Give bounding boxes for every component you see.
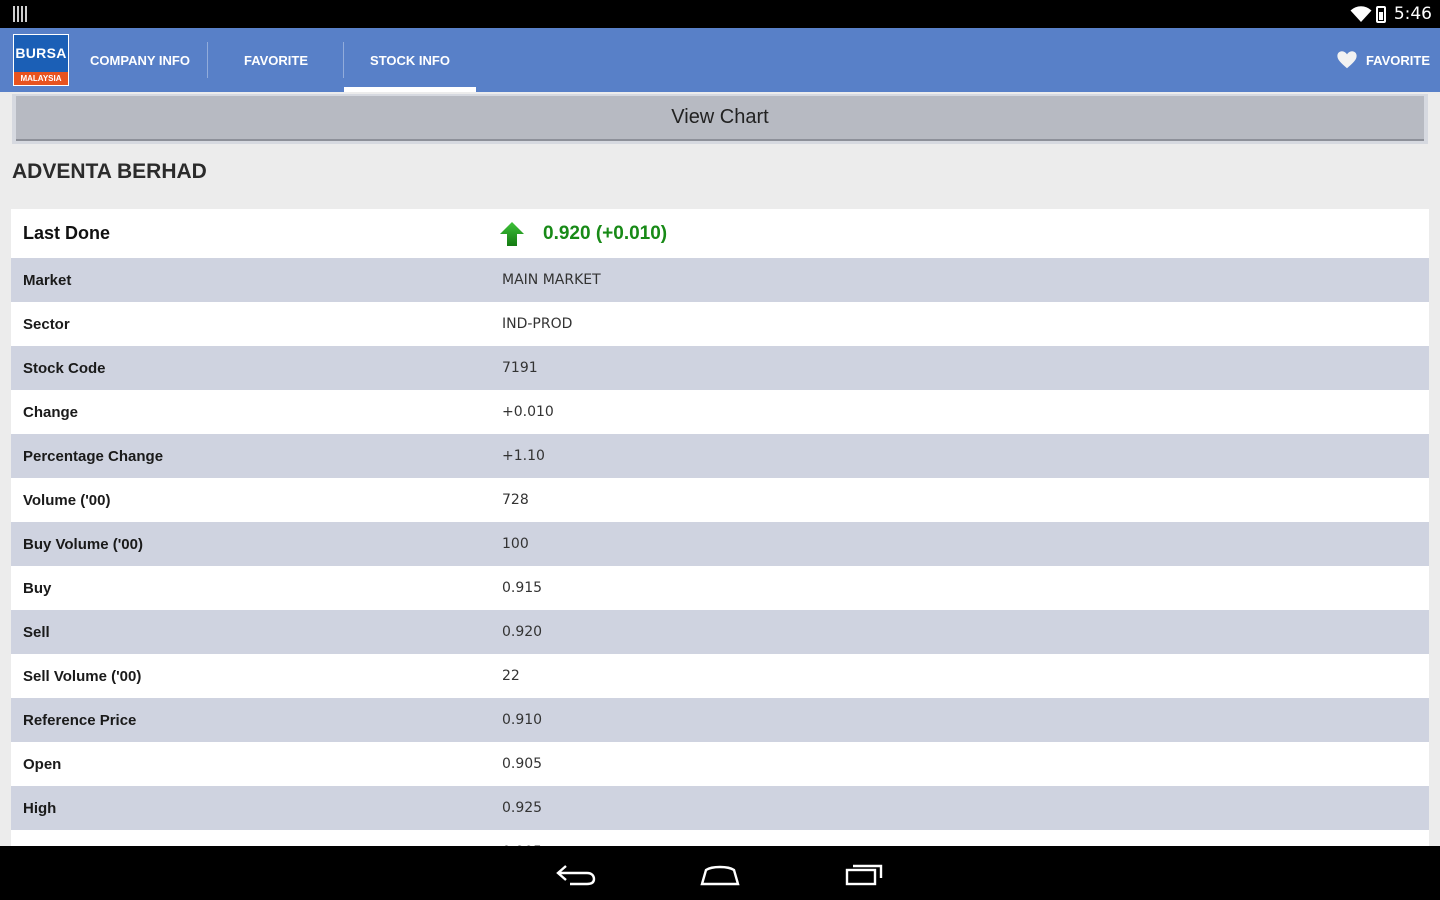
tab-favorite[interactable]: FAVORITE	[208, 28, 344, 92]
last-done-label: Last Done	[23, 223, 111, 243]
row-label: Open	[23, 755, 62, 773]
wifi-icon	[1350, 6, 1372, 22]
up-arrow-icon	[500, 221, 524, 246]
row-value: 0.915	[502, 580, 543, 596]
row-value: 0.905	[502, 756, 543, 772]
row-label: Sell Volume ('00)	[23, 667, 142, 685]
row-value: 0.910	[502, 712, 543, 728]
view-chart-container: View Chart	[12, 94, 1428, 144]
table-row: Buy Volume ('00) 100	[11, 522, 1429, 566]
row-value: IND-PROD	[502, 316, 573, 332]
status-bar-right: 5:46	[1350, 0, 1432, 28]
stock-info-table: Last Done 0.920 (+0.010) Market MAIN MARK…	[11, 209, 1429, 846]
bursa-logo[interactable]: BURSA MALAYSIA	[13, 34, 69, 86]
app-bar: BURSA MALAYSIA COMPANY INFO FAVORITE STO…	[0, 28, 1440, 92]
row-label: Sector	[23, 315, 70, 333]
row-value: 0.925	[502, 800, 543, 816]
row-value: 7191	[502, 360, 538, 376]
battery-icon	[1375, 5, 1386, 23]
last-done-row: Last Done 0.920 (+0.010)	[11, 209, 1429, 258]
heart-icon	[1337, 51, 1357, 69]
table-row: Reference Price 0.910	[11, 698, 1429, 742]
row-label: Sell	[23, 623, 50, 641]
row-label: Buy	[23, 579, 52, 597]
last-done-value: 0.920 (+0.010)	[543, 222, 668, 244]
table-row: High 0.925	[11, 786, 1429, 830]
row-value: 0.920	[502, 624, 543, 640]
row-value: MAIN MARKET	[502, 272, 601, 288]
view-chart-button[interactable]: View Chart	[16, 96, 1424, 141]
row-value: 728	[502, 492, 529, 508]
logo-text-bottom: MALAYSIA	[14, 72, 68, 85]
row-value: +0.010	[502, 404, 554, 420]
tab-stock-info[interactable]: STOCK INFO	[344, 28, 476, 92]
row-label: Percentage Change	[23, 447, 164, 465]
row-value: 100	[502, 536, 529, 552]
back-icon[interactable]	[554, 860, 598, 888]
table-row: Change +0.010	[11, 390, 1429, 434]
table-row: Buy 0.915	[11, 566, 1429, 610]
favorite-action-label: FAVORITE	[1365, 52, 1430, 68]
stock-info-rows: Market MAIN MARKET Sector IND-PROD Stock Cod…	[11, 258, 1429, 846]
table-row: Open 0.905	[11, 742, 1429, 786]
row-label: Reference Price	[23, 711, 137, 729]
row-label: High	[23, 799, 57, 817]
row-value: 22	[502, 668, 520, 684]
table-row: Low0.905	[11, 830, 1429, 847]
status-time: 5:46	[1393, 4, 1432, 24]
row-label: Market	[23, 271, 72, 289]
row-label: Volume ('00)	[23, 491, 111, 509]
last-done-value-group: 0.920 (+0.010)	[499, 221, 667, 247]
favorite-action-button[interactable]: FAVORITE	[1336, 28, 1430, 92]
notification-icon	[13, 6, 29, 22]
recent-apps-icon[interactable]	[842, 860, 886, 888]
table-row: Sell Volume ('00) 22	[11, 654, 1429, 698]
row-label: Buy Volume ('00)	[23, 535, 143, 553]
row-value: +1.10	[502, 448, 545, 464]
row-label: Change	[23, 403, 79, 421]
navigation-bar	[0, 846, 1440, 900]
table-row: Percentage Change +1.10	[11, 434, 1429, 478]
home-icon[interactable]	[698, 860, 742, 888]
logo-text-top: BURSA	[15, 45, 67, 61]
table-row: Volume ('00) 728	[11, 478, 1429, 522]
company-name: ADVENTA BERHAD	[12, 160, 207, 183]
tab-company-info[interactable]: COMPANY INFO	[72, 28, 208, 92]
table-row: Sell 0.920	[11, 610, 1429, 654]
status-bar: 5:46	[0, 0, 1440, 28]
table-row: Sector IND-PROD	[11, 302, 1429, 346]
row-label: Stock Code	[23, 359, 106, 377]
table-row: Market MAIN MARKET	[11, 258, 1429, 302]
table-row: Stock Code 7191	[11, 346, 1429, 390]
